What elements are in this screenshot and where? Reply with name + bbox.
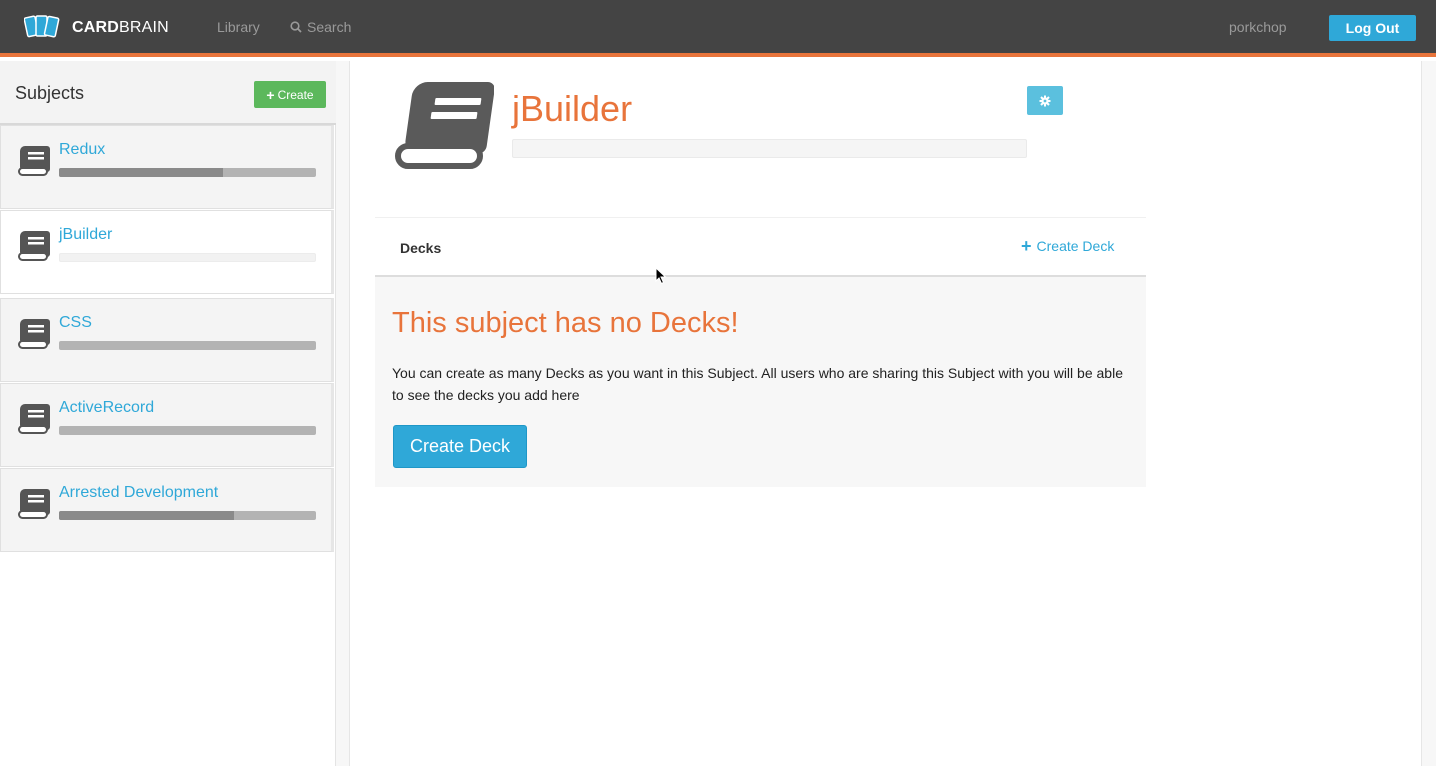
- progress-fill: [59, 168, 224, 177]
- logout-button[interactable]: Log Out: [1329, 15, 1416, 41]
- sidebar-item-css[interactable]: CSS: [0, 298, 334, 382]
- empty-decks-panel: This subject has no Decks! You can creat…: [375, 277, 1146, 487]
- subject-progress-bar: [59, 253, 316, 262]
- book-icon: [18, 404, 50, 434]
- empty-title: This subject has no Decks!: [392, 307, 739, 339]
- mouse-cursor-icon: [655, 267, 667, 285]
- create-deck-link-label: Create Deck: [1036, 238, 1115, 254]
- subject-progress-bar: [59, 168, 316, 177]
- username[interactable]: porkchop: [1229, 19, 1287, 35]
- sidebar-item-redux[interactable]: Redux: [0, 125, 334, 209]
- gear-icon: [1039, 95, 1051, 106]
- progress-fill: [59, 511, 234, 520]
- subject-progress-bar: [512, 139, 1027, 158]
- sidebar-item-label[interactable]: Arrested Development: [59, 484, 218, 502]
- sidebar-item-jbuilder[interactable]: jBuilder: [0, 210, 334, 294]
- create-deck-button[interactable]: Create Deck: [393, 425, 527, 468]
- cards-logo-icon[interactable]: [24, 13, 60, 41]
- sidebar-item-activerecord[interactable]: ActiveRecord: [0, 383, 334, 467]
- nav-search-label: Search: [307, 19, 352, 35]
- plus-icon: +: [266, 86, 275, 103]
- brand-light: BRAIN: [119, 19, 169, 36]
- create-subject-button[interactable]: + Create: [254, 81, 326, 108]
- empty-description: You can create as many Decks as you want…: [392, 365, 1123, 403]
- settings-button[interactable]: [1027, 86, 1063, 115]
- subject-progress-bar: [59, 341, 316, 350]
- subject-progress-bar: [59, 426, 316, 435]
- sidebar-title: Subjects: [15, 83, 85, 103]
- book-icon: [18, 489, 50, 519]
- decks-label: Decks: [400, 240, 442, 256]
- main-left-gutter: [336, 61, 350, 766]
- book-icon: [18, 231, 50, 261]
- nav-library-link[interactable]: Library: [217, 19, 260, 35]
- top-nav-bar: CARDBRAIN Library Search porkchop Log Ou…: [0, 0, 1436, 57]
- sidebar-item-label[interactable]: jBuilder: [59, 226, 112, 244]
- sidebar-item-label[interactable]: Redux: [59, 141, 105, 159]
- search-icon: [290, 21, 302, 33]
- plus-icon: +: [1021, 236, 1032, 256]
- subject-progress-bar: [59, 511, 316, 520]
- main-right-gutter: [1421, 61, 1436, 766]
- brand-bold: CARD: [72, 19, 120, 36]
- brand-name[interactable]: CARDBRAIN: [72, 19, 169, 37]
- subject-title: jBuilder: [512, 88, 633, 129]
- subjects-sidebar: Subjects + Create Redux jBuilder CSS Act…: [0, 61, 348, 766]
- create-subject-label: Create: [277, 87, 314, 102]
- subject-book-icon: [395, 82, 494, 169]
- nav-search-link[interactable]: Search: [290, 19, 351, 35]
- decks-header: Decks + Create Deck: [375, 217, 1146, 277]
- sidebar-item-label[interactable]: ActiveRecord: [59, 399, 154, 417]
- create-deck-link[interactable]: + Create Deck: [1021, 236, 1115, 256]
- book-icon: [18, 319, 50, 349]
- sidebar-header: Subjects + Create: [0, 61, 348, 125]
- sidebar-item-arrested-development[interactable]: Arrested Development: [0, 468, 334, 552]
- sidebar-item-label[interactable]: CSS: [59, 314, 92, 332]
- book-icon: [18, 146, 50, 176]
